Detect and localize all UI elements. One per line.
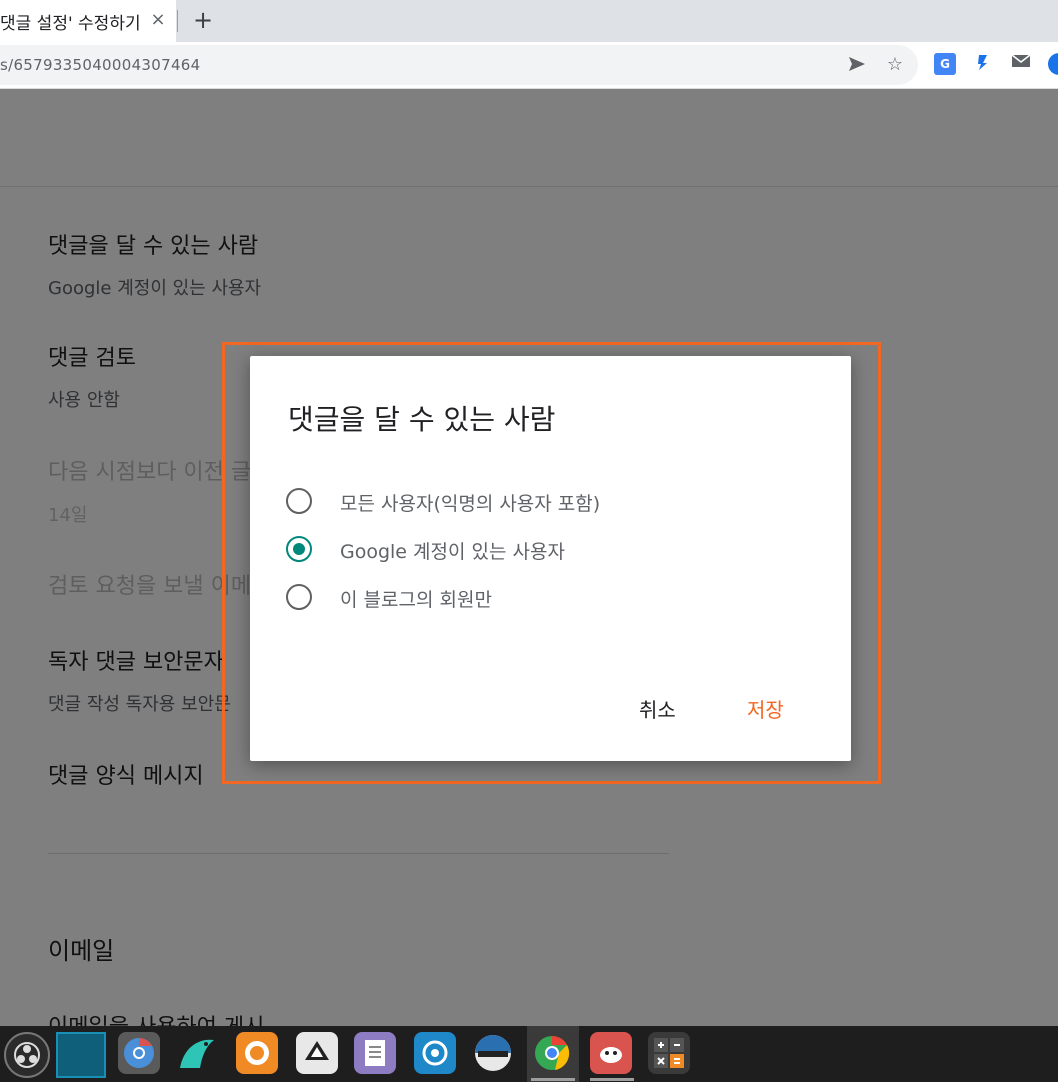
globe-icon[interactable] (1048, 53, 1058, 75)
address-bar[interactable]: s/6579335040004307464 ☆ (0, 45, 918, 85)
tab-title: 댓글 설정' 수정하기 (0, 14, 141, 34)
new-tab-button[interactable]: + (190, 7, 216, 33)
browser-toolbar: s/6579335040004307464 ☆ G (0, 42, 1058, 89)
browser-tab[interactable]: 댓글 설정' 수정하기 × (0, 0, 176, 42)
dialog-title: 댓글을 달 수 있는 사람 (288, 403, 556, 436)
firefox-icon[interactable] (236, 1032, 278, 1074)
extension-icon[interactable] (972, 53, 994, 75)
mail-icon[interactable] (1010, 53, 1032, 75)
text-editor-icon[interactable] (354, 1032, 396, 1074)
close-icon[interactable]: × (146, 8, 170, 32)
option-label-google-account: Google 계정이 있는 사용자 (340, 541, 565, 563)
chrome-icon[interactable] (531, 1032, 573, 1074)
bird-app-icon[interactable] (176, 1032, 218, 1074)
active-indicator (531, 1078, 575, 1081)
gimp-icon[interactable] (590, 1032, 632, 1074)
window-icon[interactable] (56, 1032, 106, 1078)
option-google-account[interactable]: Google 계정이 있는 사용자 (286, 534, 806, 568)
star-icon[interactable]: ☆ (884, 54, 906, 76)
cancel-button[interactable]: 취소 (633, 692, 682, 728)
save-button[interactable]: 저장 (741, 692, 790, 728)
calculator-icon[interactable] (648, 1032, 690, 1074)
radio-google-account[interactable] (286, 536, 312, 562)
inkscape-icon[interactable] (296, 1032, 338, 1074)
option-label-anyone: 모든 사용자(익명의 사용자 포함) (340, 493, 601, 515)
shutter-icon[interactable] (414, 1032, 456, 1074)
tab-separator (177, 10, 178, 32)
commenters-dialog: 댓글을 달 수 있는 사람 모든 사용자(익명의 사용자 포함) Google … (250, 356, 851, 761)
chromium-icon[interactable] (118, 1032, 160, 1074)
tab-strip: 댓글 설정' 수정하기 × + (0, 0, 1058, 42)
radio-members-only[interactable] (286, 584, 312, 610)
option-label-members-only: 이 블로그의 회원만 (340, 589, 492, 611)
taskbar (0, 1026, 1058, 1082)
radio-anyone[interactable] (286, 488, 312, 514)
send-icon[interactable] (846, 54, 868, 76)
google-translate-icon[interactable]: G (934, 53, 956, 75)
url-text: s/6579335040004307464 (0, 56, 201, 74)
option-members-only[interactable]: 이 블로그의 회원만 (286, 582, 806, 616)
running-indicator (590, 1078, 634, 1081)
option-anyone[interactable]: 모든 사용자(익명의 사용자 포함) (286, 486, 806, 520)
obs-icon[interactable] (4, 1032, 50, 1078)
openshot-icon[interactable] (472, 1032, 514, 1074)
